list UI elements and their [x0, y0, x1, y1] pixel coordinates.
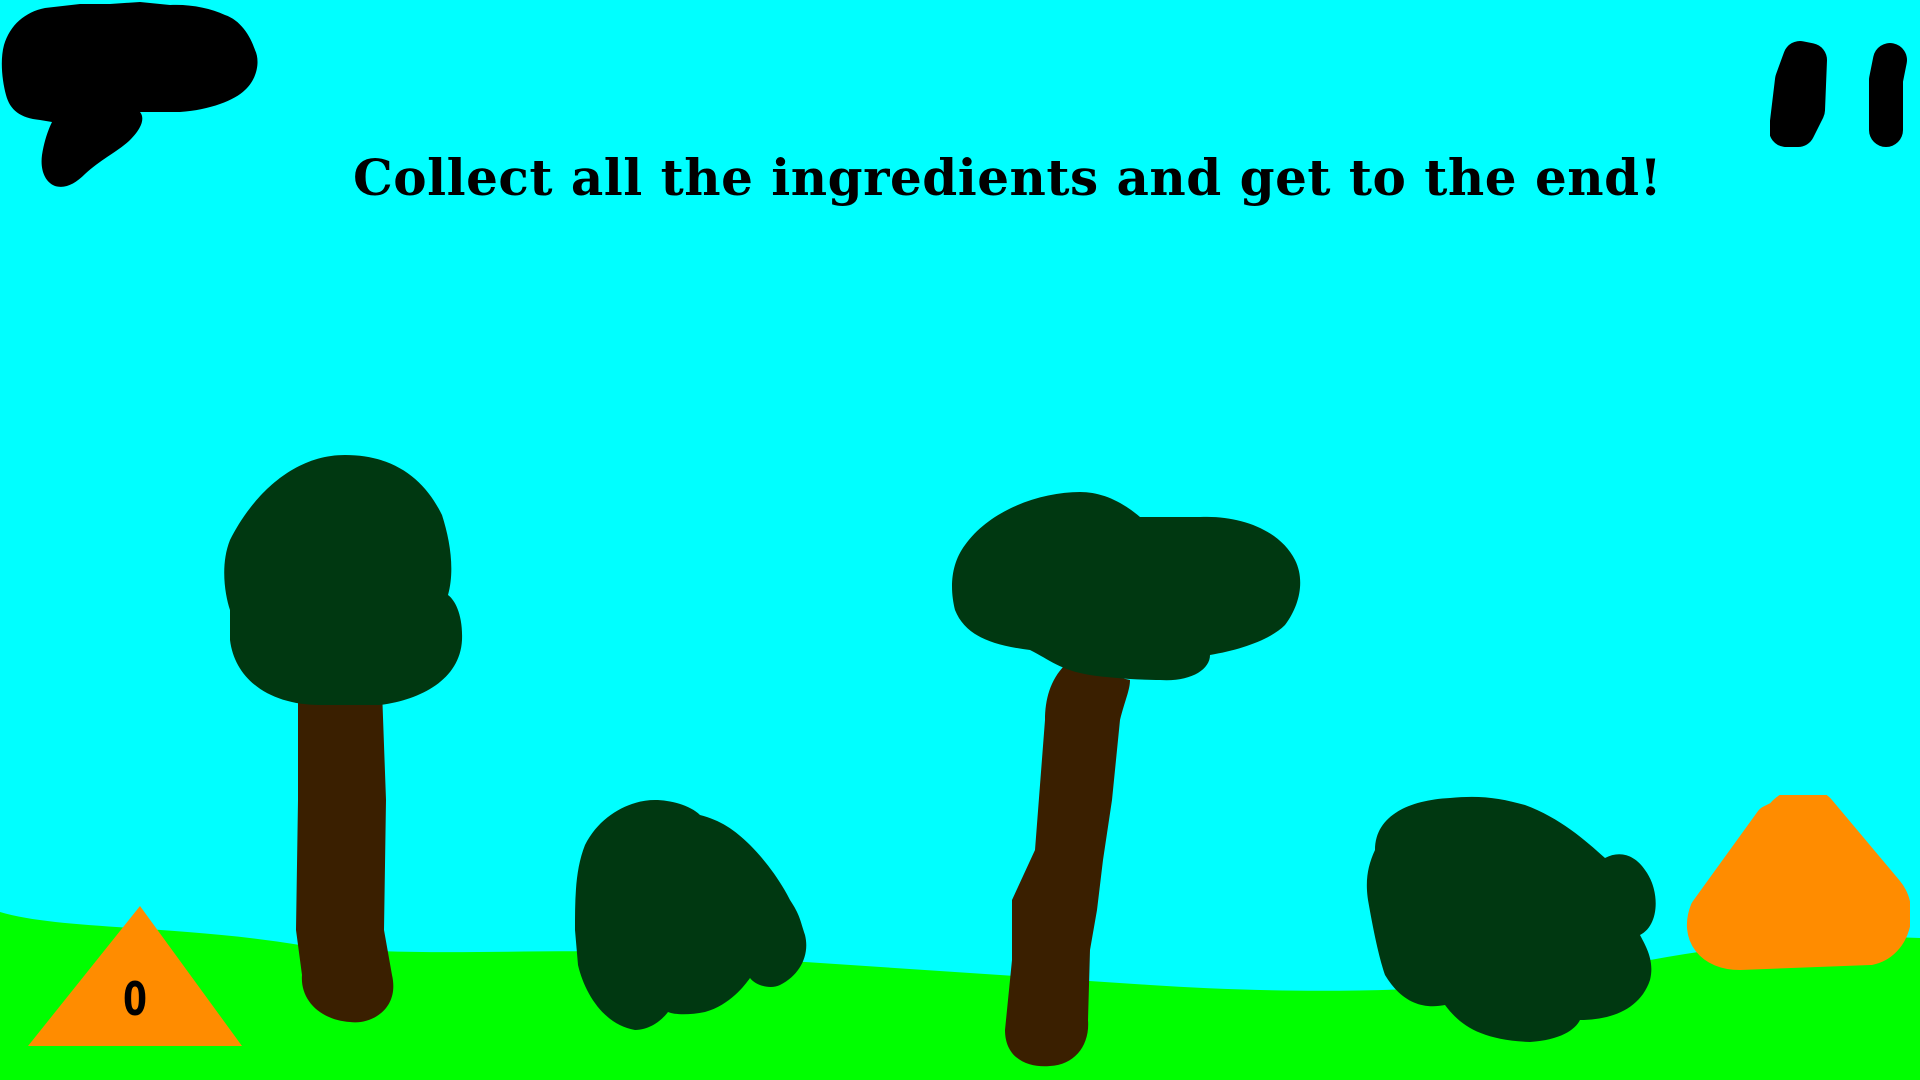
ingredient-count: 0 — [122, 972, 147, 1026]
tree-trunk — [296, 690, 394, 1023]
jump-button[interactable] — [1680, 787, 1912, 995]
jump-triangle-icon — [1686, 787, 1912, 970]
pause-button[interactable] — [1769, 20, 1920, 155]
game-scene: Collect all the ingredients and get to t… — [0, 0, 1920, 1080]
ingredient-counter: 0 — [20, 900, 250, 1050]
instruction-text: Collect all the ingredients and get to t… — [352, 148, 1663, 207]
pause-icon — [1769, 41, 1907, 147]
